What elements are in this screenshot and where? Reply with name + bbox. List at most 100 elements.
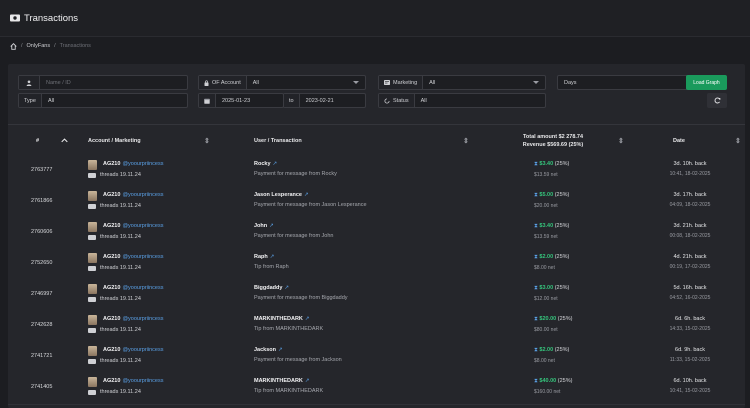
- account-handle[interactable]: @yoourpriincess: [122, 254, 163, 260]
- marketing-thread: threads 19.11.24: [88, 327, 141, 333]
- user-name[interactable]: Jason Lesperance: [254, 192, 302, 198]
- user-name[interactable]: Jackson: [254, 347, 276, 353]
- date-from-field[interactable]: 2025-01-23: [198, 93, 284, 108]
- marketing-value: All: [429, 79, 436, 86]
- date-to-field[interactable]: to 2023-02-21: [283, 93, 366, 108]
- tag-icon: [88, 203, 96, 209]
- top-bar: Transactions: [0, 0, 750, 37]
- breadcrumb-onlyfans[interactable]: OnlyFans: [27, 43, 51, 49]
- user-name[interactable]: MARKINTHEDARK: [254, 316, 303, 322]
- user-name[interactable]: Raph: [254, 254, 268, 260]
- transaction-description: Payment for message from Rocky: [254, 171, 337, 177]
- load-graph-button[interactable]: Load Graph: [686, 75, 727, 90]
- external-link-icon[interactable]: ↗: [305, 316, 310, 322]
- account-name[interactable]: AG210: [103, 223, 120, 229]
- timestamp: 14:33, 15-02-2025: [669, 326, 711, 332]
- revenue-amount: $5.00: [539, 192, 554, 198]
- account-name[interactable]: AG210: [103, 254, 120, 260]
- transaction-description: Payment for message from John: [254, 233, 334, 239]
- account-handle[interactable]: @yoourpriincess: [122, 316, 163, 322]
- name-id-field[interactable]: Name / ID: [18, 75, 188, 90]
- external-link-icon[interactable]: ↗: [284, 285, 289, 291]
- account-handle[interactable]: @yoourpriincess: [122, 285, 163, 291]
- time-ago: 3d. 10h. back: [673, 161, 707, 167]
- account-name-wrap: AG210 @yoourpriincess: [103, 347, 163, 353]
- user-cell: Biggdaddy ↗ Payment for message from Biggd…: [254, 285, 348, 301]
- external-link-icon[interactable]: ↗: [278, 347, 283, 353]
- time-ago: 6d. 9h. back: [675, 347, 705, 353]
- table-row[interactable]: 2741405 AG210 @yoourpriincess threads 19.11…: [8, 373, 745, 405]
- name-id-input[interactable]: Name / ID: [40, 80, 187, 86]
- net-amount: $80.00 net: [534, 327, 558, 333]
- type-select[interactable]: Type All: [18, 93, 188, 108]
- col-total-header[interactable]: Total amount $2 278.74 Revenue $569.69 (…: [508, 125, 598, 156]
- external-link-icon[interactable]: ↗: [270, 254, 275, 260]
- col-account-header[interactable]: Account / Marketing: [88, 125, 141, 156]
- net-amount: $20.00 net: [534, 203, 558, 209]
- user-name[interactable]: John: [254, 223, 267, 229]
- sort-icon[interactable]: ⇕: [204, 125, 210, 156]
- marketing-select[interactable]: Marketing All: [378, 75, 546, 90]
- sort-icon[interactable]: ⇕: [463, 125, 469, 156]
- external-link-icon[interactable]: ↗: [304, 192, 309, 198]
- transaction-id: 2761866: [31, 198, 53, 204]
- sort-icon[interactable]: ⇕: [735, 125, 741, 156]
- user-name[interactable]: Biggdaddy: [254, 285, 282, 291]
- refresh-button[interactable]: [707, 93, 727, 108]
- user-cell: John ↗ Payment for message from John: [254, 223, 333, 239]
- home-icon[interactable]: [10, 42, 17, 50]
- col-user-header[interactable]: User / Transaction: [254, 125, 302, 156]
- type-value: All: [47, 97, 55, 104]
- account-handle[interactable]: @yoourpriincess: [122, 223, 163, 229]
- of-account-select[interactable]: OF Account All: [198, 75, 366, 90]
- timestamp: 11:33, 15-02-2025: [669, 357, 711, 363]
- time-ago: 6d. 6h. back: [675, 316, 705, 322]
- account-name[interactable]: AG210: [103, 347, 120, 353]
- account-handle[interactable]: @yoourpriincess: [122, 378, 163, 384]
- thread-label: threads 19.11.24: [100, 172, 141, 178]
- refresh-icon: [714, 97, 720, 104]
- external-link-icon[interactable]: ↗: [269, 223, 274, 229]
- table-row[interactable]: 2752650 AG210 @yoourpriincess threads 19.11…: [8, 249, 745, 281]
- revenue-percent: (25%): [554, 192, 570, 198]
- thread-label: threads 19.11.24: [100, 296, 141, 302]
- table-row[interactable]: 2742628 AG210 @yoourpriincess threads 19.11…: [8, 311, 745, 343]
- thread-label: threads 19.11.24: [100, 327, 141, 333]
- table-row[interactable]: 2763777 AG210 @yoourpriincess threads 19.11…: [8, 156, 745, 188]
- revenue-percent: (25%): [554, 254, 570, 260]
- hourglass-icon: ⧗: [534, 161, 538, 167]
- days-input[interactable]: Days: [557, 75, 687, 90]
- external-link-icon[interactable]: ↗: [305, 378, 310, 384]
- table-row[interactable]: 2741721 AG210 @yoourpriincess threads 19.11…: [8, 342, 745, 374]
- sort-up-icon[interactable]: [61, 125, 68, 156]
- external-link-icon[interactable]: ↗: [273, 161, 278, 167]
- user-name[interactable]: Rocky: [254, 161, 271, 167]
- table-row[interactable]: 2760606 AG210 @yoourpriincess threads 19.11…: [8, 218, 745, 250]
- date-to-value: 2023-02-21: [305, 97, 334, 104]
- account-name[interactable]: AG210: [103, 161, 120, 167]
- marketing-thread: threads 19.11.24: [88, 234, 141, 240]
- table-row[interactable]: 2761866 AG210 @yoourpriincess threads 19.11…: [8, 187, 745, 219]
- user-name-wrap: Jackson ↗: [254, 347, 342, 353]
- net-amount: $13.59 net: [534, 234, 558, 240]
- user-name[interactable]: MARKINTHEDARK: [254, 378, 303, 384]
- user-cell: Raph ↗ Tip from Raph: [254, 254, 289, 270]
- account-name[interactable]: AG210: [103, 378, 120, 384]
- time-ago: 3d. 17h. back: [673, 192, 707, 198]
- sort-icon[interactable]: ⇕: [618, 125, 624, 156]
- money-icon: [10, 14, 20, 22]
- account-handle[interactable]: @yoourpriincess: [122, 192, 163, 198]
- account-handle[interactable]: @yoourpriincess: [122, 347, 163, 353]
- account-name[interactable]: AG210: [103, 285, 120, 291]
- account-name[interactable]: AG210: [103, 316, 120, 322]
- user-name-wrap: MARKINTHEDARK ↗: [254, 316, 323, 322]
- account-name[interactable]: AG210: [103, 192, 120, 198]
- revenue-amount: $2.00: [539, 254, 554, 260]
- status-select[interactable]: Status All: [378, 93, 546, 108]
- transaction-description: Payment for message from Jackson: [254, 357, 342, 363]
- revenue-amount: $3.40: [539, 223, 554, 229]
- account-handle[interactable]: @yoourpriincess: [122, 161, 163, 167]
- table-row[interactable]: 2746997 AG210 @yoourpriincess threads 19.11…: [8, 280, 745, 312]
- col-date-header[interactable]: Date: [673, 125, 685, 156]
- col-id-header[interactable]: #: [36, 125, 39, 156]
